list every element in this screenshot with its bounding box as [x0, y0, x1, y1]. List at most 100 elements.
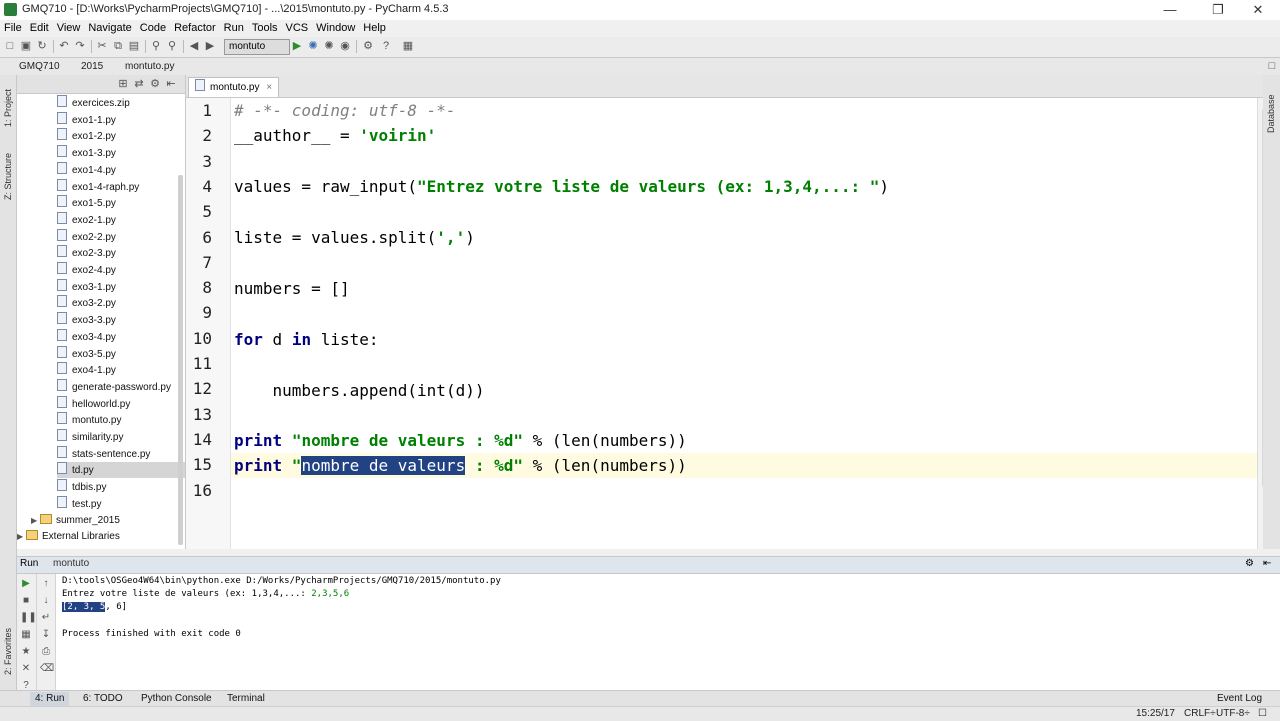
line-separator-widget[interactable]: CRLF÷ — [1184, 707, 1216, 721]
menu-navigate[interactable]: Navigate — [84, 20, 135, 37]
settings-icon[interactable]: ⚙ — [362, 40, 374, 52]
forward-icon[interactable]: ▶ — [204, 40, 216, 52]
run-configuration-select[interactable]: montuto — [224, 39, 290, 55]
debug-icon[interactable]: ✺ — [307, 40, 319, 52]
tree-file[interactable]: exo2-2.py — [57, 228, 116, 245]
find-icon[interactable]: ⚲ — [150, 40, 162, 52]
tree-file[interactable]: exo1-4.py — [57, 161, 116, 178]
tree-file[interactable]: exo1-4-raph.py — [57, 178, 139, 195]
tree-file[interactable]: exo3-4.py — [57, 328, 116, 345]
tree-file[interactable]: exercices.zip — [57, 95, 130, 111]
tree-file[interactable]: td.py — [57, 462, 185, 479]
pause-icon[interactable]: ❚❚ — [20, 612, 37, 624]
menu-run[interactable]: Run — [220, 20, 248, 37]
tree-file[interactable]: exo2-1.py — [57, 211, 116, 228]
python-console-icon[interactable]: ▦ — [402, 40, 414, 52]
favorites-tool-button[interactable]: 2: Favorites — [3, 628, 13, 675]
editor-tab-montuto[interactable]: montuto.py × — [188, 77, 280, 97]
paste-icon[interactable]: ▤ — [128, 40, 140, 52]
tree-file[interactable]: exo3-1.py — [57, 278, 116, 295]
replace-icon[interactable]: ⚲ — [166, 40, 178, 52]
back-icon[interactable]: ◀ — [188, 40, 200, 52]
expand-arrow-icon[interactable]: ▶ — [31, 513, 40, 529]
pin-icon[interactable]: ★ — [20, 646, 32, 658]
scroll-from-source-icon[interactable]: ⇄ — [133, 78, 145, 90]
print-icon[interactable]: ⎙ — [40, 646, 52, 658]
close-button[interactable]: ✕ — [1236, 0, 1280, 20]
tree-file[interactable]: exo1-1.py — [57, 111, 116, 128]
run-tool-button[interactable]: 4: Run — [30, 692, 70, 706]
breadcrumb-file[interactable]: montuto.py — [122, 60, 177, 73]
gear-icon[interactable]: ⚙ — [149, 78, 161, 90]
breadcrumb-project[interactable]: GMQ710 — [16, 60, 63, 73]
menu-refactor[interactable]: Refactor — [170, 20, 220, 37]
code-editor[interactable]: # -*- coding: utf-8 -*- __author__ = 'vo… — [231, 98, 1257, 549]
structure-tool-button[interactable]: Z: Structure — [3, 153, 13, 200]
scroll-to-end-icon[interactable]: ↧ — [40, 629, 52, 641]
run-icon[interactable]: ▶ — [291, 40, 303, 52]
gear-icon[interactable]: ⚙ — [1245, 558, 1254, 569]
close-run-icon[interactable]: ✕ — [20, 663, 32, 675]
minimize-button[interactable]: — — [1148, 0, 1192, 20]
rerun-icon[interactable]: ▶ — [20, 578, 32, 590]
tree-file[interactable]: exo3-5.py — [57, 345, 116, 362]
maximize-editor-icon[interactable]: □ — [1266, 60, 1278, 72]
database-tool-button[interactable]: Database — [1266, 94, 1276, 133]
tree-file[interactable]: exo2-4.py — [57, 262, 116, 278]
restore-layout-icon[interactable]: ▦ — [20, 629, 32, 641]
terminal-tool-button[interactable]: Terminal — [222, 692, 270, 706]
tree-file[interactable]: generate-password.py — [57, 378, 171, 395]
menu-code[interactable]: Code — [136, 20, 170, 37]
tree-file[interactable]: stats-sentence.py — [57, 445, 150, 462]
up-arrow-icon[interactable]: ↑ — [40, 578, 52, 590]
synchronize-icon[interactable]: ↻ — [36, 40, 48, 52]
tree-file[interactable]: exo1-2.py — [57, 128, 116, 144]
tree-folder[interactable]: ▶ summer_2015 — [31, 513, 120, 529]
open-folder-icon[interactable]: □ — [4, 40, 16, 52]
caret-position[interactable]: 15:25/17 — [1136, 707, 1175, 721]
run-config-tab[interactable]: montuto — [53, 558, 89, 569]
tree-file[interactable]: tdbis.py — [57, 479, 106, 495]
expand-arrow-icon[interactable]: ▶ — [17, 529, 26, 545]
tree-file[interactable]: exo3-2.py — [57, 295, 116, 311]
menu-window[interactable]: Window — [312, 20, 359, 37]
collapse-all-icon[interactable]: ⊞ — [117, 78, 129, 90]
down-arrow-icon[interactable]: ↓ — [40, 595, 52, 607]
undo-icon[interactable]: ↶ — [58, 40, 70, 52]
tree-file[interactable]: exo3-3.py — [57, 312, 116, 328]
breadcrumb-folder[interactable]: 2015 — [78, 60, 106, 73]
menu-edit[interactable]: Edit — [26, 20, 53, 37]
tree-file[interactable]: helloworld.py — [57, 395, 130, 412]
project-tree-scrollbar[interactable] — [178, 175, 183, 545]
hide-panel-icon[interactable]: ⇤ — [165, 78, 177, 90]
project-tool-button[interactable]: 1: Project — [3, 89, 13, 127]
lock-icon[interactable]: ☐ — [1258, 707, 1267, 721]
coverage-icon[interactable]: ✺ — [323, 40, 335, 52]
python-console-tool-button[interactable]: Python Console — [136, 692, 217, 706]
menu-tools[interactable]: Tools — [248, 20, 282, 37]
clear-all-icon[interactable]: ⌫ — [40, 663, 54, 675]
tree-file[interactable]: test.py — [57, 495, 101, 512]
help-icon[interactable]: ? — [380, 40, 392, 52]
copy-icon[interactable]: ⧉ — [112, 40, 124, 52]
menu-view[interactable]: View — [53, 20, 85, 37]
cut-icon[interactable]: ✂ — [96, 40, 108, 52]
tree-file[interactable]: exo1-5.py — [57, 195, 116, 211]
hide-panel-icon[interactable]: ⇤ — [1263, 558, 1271, 569]
tree-file[interactable]: exo2-3.py — [57, 245, 116, 261]
close-tab-icon[interactable]: × — [266, 82, 272, 93]
menu-vcs[interactable]: VCS — [282, 20, 313, 37]
save-all-icon[interactable]: ▣ — [20, 40, 32, 52]
maximize-button[interactable]: ❐ — [1196, 0, 1240, 20]
stop-icon[interactable]: ■ — [20, 595, 32, 607]
menu-help[interactable]: Help — [359, 20, 390, 37]
soft-wrap-icon[interactable]: ↵ — [40, 612, 52, 624]
tree-external-libraries[interactable]: ▶ External Libraries — [17, 529, 120, 545]
tree-file[interactable]: similarity.py — [57, 429, 123, 445]
event-log-button[interactable]: Event Log — [1212, 692, 1267, 706]
redo-icon[interactable]: ↷ — [74, 40, 86, 52]
todo-tool-button[interactable]: 6: TODO — [78, 692, 128, 706]
tree-file[interactable]: montuto.py — [57, 412, 121, 428]
profile-icon[interactable]: ◉ — [339, 40, 351, 52]
encoding-widget[interactable]: UTF-8÷ — [1216, 707, 1250, 721]
